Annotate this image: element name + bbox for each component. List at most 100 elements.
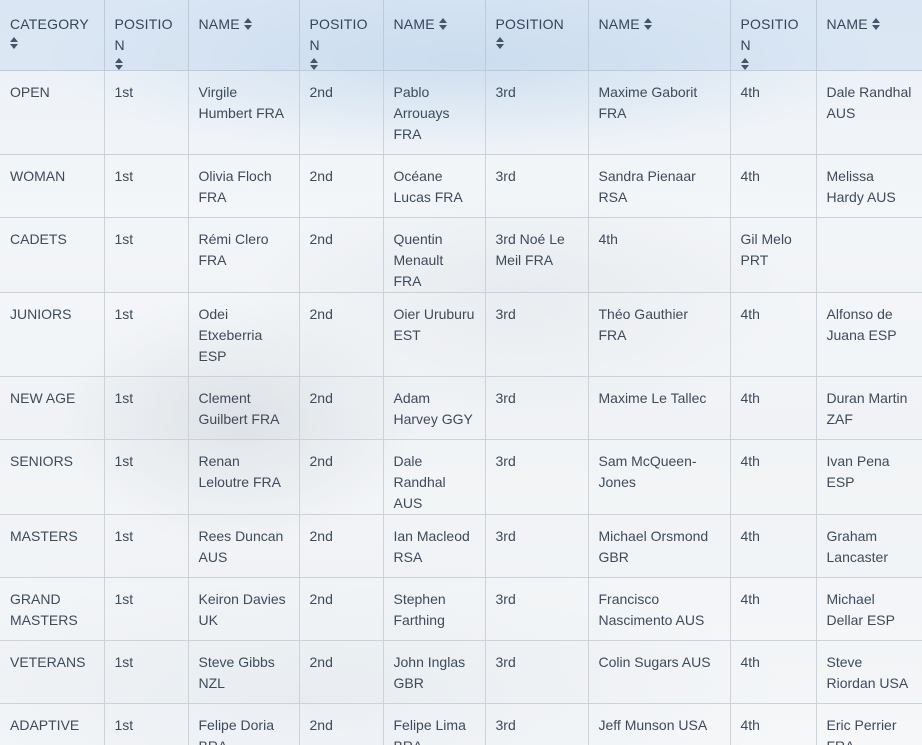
- table-cell-position-4: Gil Melo PRT: [730, 217, 817, 293]
- sort-arrows-icon[interactable]: [309, 58, 318, 70]
- table-cell-name-2: Quentin Menault FRA: [383, 217, 486, 293]
- table-cell-name-4: Eric Perrier FRA: [816, 703, 922, 745]
- table-cell-name-4: Melissa Hardy AUS: [816, 154, 922, 218]
- table-cell-position-3: 3rd: [485, 640, 589, 704]
- table-body: OPEN 1st Virgile Humbert FRA 2nd Pablo Arrou…: [0, 70, 922, 745]
- table-cell-position-4: 4th: [730, 439, 817, 515]
- header-position-2[interactable]: POSITION: [299, 0, 384, 71]
- table-cell-name-2: John Inglas GBR: [383, 640, 486, 704]
- table-cell-position-2: 2nd: [299, 577, 384, 641]
- table-cell-position-2: 2nd: [299, 640, 384, 704]
- table-cell-position-1: 1st: [104, 376, 189, 440]
- table-cell-category: GRAND MASTERS: [0, 577, 105, 641]
- table-cell-position-3: 3rd: [485, 439, 589, 515]
- table-cell-position-1: 1st: [104, 70, 189, 155]
- table-cell-name-4: Steve Riordan USA: [816, 640, 922, 704]
- table-cell-name-1: Olivia Floch FRA: [188, 154, 300, 218]
- table-row: ADAPTIVE1stFelipe Doria BRA2ndFelipe Lim…: [0, 703, 922, 745]
- table-cell-category: SENIORS: [0, 439, 105, 515]
- table-cell-position-4: 4th: [730, 640, 817, 704]
- table-cell-position-3: 3rd: [485, 577, 589, 641]
- table-cell-position-2: 2nd: [299, 703, 384, 745]
- table-cell-name-4: Graham Lancaster: [816, 514, 922, 578]
- table-cell-name-2: Dale Randhal AUS: [383, 439, 486, 515]
- table-cell-name-2: Océane Lucas FRA: [383, 154, 486, 218]
- table-cell-category: VETERANS: [0, 640, 105, 704]
- table-cell-position-3: 3rd: [485, 376, 589, 440]
- header-label: POSITION: [495, 16, 564, 32]
- sort-arrows-icon[interactable]: [114, 58, 123, 70]
- table-cell-position-2: 2nd: [299, 154, 384, 218]
- header-name-1[interactable]: NAME: [188, 0, 300, 71]
- header-label: POSITION: [114, 16, 173, 53]
- table-cell-position-3: 3rd: [485, 70, 589, 155]
- header-name-4[interactable]: NAME: [816, 0, 922, 71]
- results-table: CATEGORY POSITION NAME POSITION NAME POSITION…: [0, 0, 922, 745]
- table-row: MASTERS 1st Rees Duncan AUS 2nd Ian Macleod …: [0, 514, 922, 578]
- header-position-4[interactable]: POSITION: [730, 0, 817, 71]
- header-label: NAME: [198, 16, 240, 32]
- table-cell-name-1: Virgile Humbert FRA: [188, 70, 300, 155]
- header-label: NAME: [598, 16, 640, 32]
- table-cell-position-3: 3rd Noé Le Meil FRA: [485, 217, 589, 293]
- sort-arrows-icon[interactable]: [643, 18, 652, 30]
- table-cell-name-1: Keiron Davies UK: [188, 577, 300, 641]
- table-cell-position-1: 1st: [104, 703, 189, 745]
- table-cell-name-2: Felipe Lima BRA: [383, 703, 486, 745]
- table-cell-name-2: Stephen Farthing: [383, 577, 486, 641]
- sort-arrows-icon[interactable]: [10, 37, 18, 49]
- table-cell-position-4: 4th: [730, 154, 817, 218]
- table-row: NEW AGE 1st Clement Guilbert FRA 2nd Adam Ha…: [0, 376, 922, 440]
- table-cell-position-4: 4th: [730, 703, 817, 745]
- table-cell-position-2: 2nd: [299, 376, 384, 440]
- sort-arrows-icon[interactable]: [740, 58, 749, 70]
- table-cell-name-2: Oier Uruburu EST: [383, 292, 486, 377]
- table-cell-position-1: 1st: [104, 439, 189, 515]
- table-cell-name-4: Ivan Pena ESP: [816, 439, 922, 515]
- table-cell-name-4: Michael Dellar ESP: [816, 577, 922, 641]
- sort-arrows-icon[interactable]: [243, 18, 252, 30]
- table-cell-position-4: 4th: [730, 70, 817, 155]
- header-name-3[interactable]: NAME: [588, 0, 731, 71]
- table-cell-category: JUNIORS: [0, 292, 105, 377]
- sort-arrows-icon[interactable]: [495, 37, 504, 49]
- table-cell-category: WOMAN: [0, 154, 105, 218]
- table-cell-category: MASTERS: [0, 514, 105, 578]
- table-cell-position-4: 4th: [730, 292, 817, 377]
- table-cell-position-3: 3rd: [485, 703, 589, 745]
- header-position-1[interactable]: POSITION: [104, 0, 189, 71]
- table-cell-name-3: Colin Sugars AUS: [588, 640, 731, 704]
- table-cell-position-1: 1st: [104, 292, 189, 377]
- table-cell-position-4: 4th: [730, 514, 817, 578]
- table-cell-name-2: Ian Macleod RSA: [383, 514, 486, 578]
- header-label: NAME: [393, 16, 435, 32]
- table-cell-position-1: 1st: [104, 514, 189, 578]
- table-cell-position-4: 4th: [730, 376, 817, 440]
- table-cell-name-1: Odei Etxeberria ESP: [188, 292, 300, 377]
- header-position-3[interactable]: POSITION: [485, 0, 589, 71]
- table-row: VETERANS 1st Steve Gibbs NZL 2nd John Inglas…: [0, 640, 922, 704]
- table-cell-position-1: 1st: [104, 640, 189, 704]
- table-cell-position-1: 1st: [104, 577, 189, 641]
- table-cell-name-4: Dale Randhal AUS: [816, 70, 922, 155]
- table-row: WOMAN 1st Olivia Floch FRA 2nd Océane Lucas …: [0, 154, 922, 218]
- header-row: CATEGORY POSITION NAME POSITION NAME POSITION…: [0, 0, 922, 71]
- header-name-2[interactable]: NAME: [383, 0, 486, 71]
- table-row: SENIORS 1st Renan Leloutre FRA 2nd Dale Rand…: [0, 439, 922, 515]
- sort-arrows-icon[interactable]: [438, 18, 447, 30]
- table-cell-name-3: Théo Gauthier FRA: [588, 292, 731, 377]
- table-cell-position-3: 3rd: [485, 292, 589, 377]
- sort-arrows-icon[interactable]: [871, 18, 880, 30]
- table-cell-name-1: Steve Gibbs NZL: [188, 640, 300, 704]
- table-cell-name-1: Renan Leloutre FRA: [188, 439, 300, 515]
- header-category[interactable]: CATEGORY: [0, 0, 105, 71]
- table-cell-name-4: Alfonso de Juana ESP: [816, 292, 922, 377]
- table-cell-position-3: 3rd: [485, 154, 589, 218]
- table-cell-category: NEW AGE: [0, 376, 105, 440]
- header-label: NAME: [826, 16, 868, 32]
- table-cell-category: ADAPTIVE: [0, 703, 105, 745]
- table-row: JUNIORS 1st Odei Etxeberria ESP 2nd Oier Uru…: [0, 292, 922, 377]
- table-cell-name-4: Duran Martin ZAF: [816, 376, 922, 440]
- table-cell-category: CADETS: [0, 217, 105, 293]
- table-cell-name-3: Michael Orsmond GBR: [588, 514, 731, 578]
